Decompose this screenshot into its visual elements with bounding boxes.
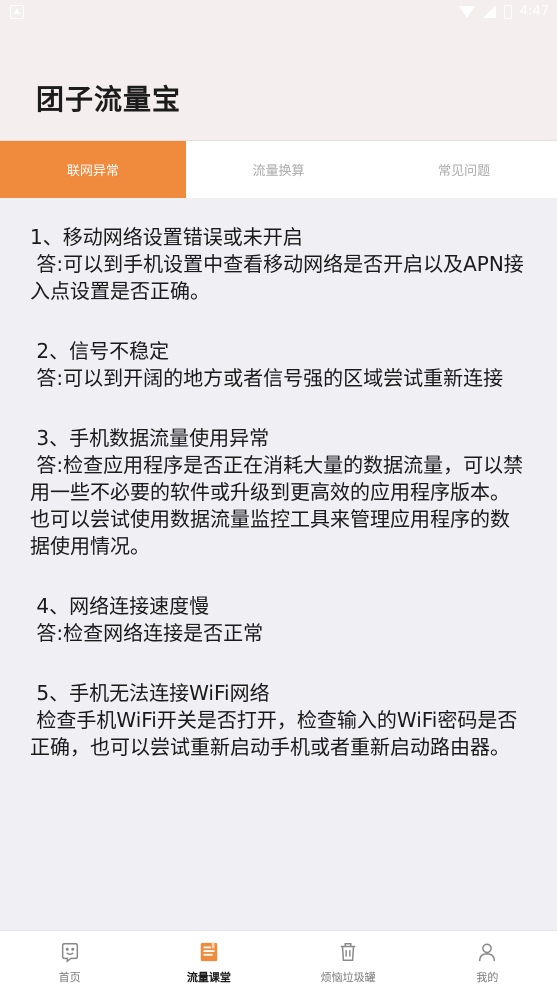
nav-traffic-class[interactable]: 流量课堂: [139, 931, 278, 996]
faq-answer: 答:可以到手机设置中查看移动网络是否开启以及APN接入点设置是否正确。: [30, 252, 524, 303]
nav-label: 我的: [476, 971, 499, 984]
signal-icon: [482, 5, 496, 18]
wifi-icon: [458, 5, 475, 18]
tab-traffic-conversion[interactable]: 流量换算: [186, 141, 372, 198]
status-bar: 4:47: [0, 0, 557, 26]
tab-bar: 联网异常 流量换算 常见问题: [0, 141, 557, 198]
tab-network-error[interactable]: 联网异常: [0, 141, 186, 198]
faq-question: 3、手机数据流量使用异常: [30, 426, 270, 450]
faq-question: 2、信号不稳定: [30, 339, 170, 363]
battery-icon: [503, 4, 512, 19]
faq-question: 4、网络连接速度慢: [30, 594, 210, 618]
faq-question: 1、移动网络设置错误或未开启: [30, 225, 303, 249]
list-item: 1、移动网络设置错误或未开启 答:可以到手机设置中查看移动网络是否开启以及APN…: [30, 224, 527, 305]
list-item: 3、手机数据流量使用异常 答:检查应用程序是否正在消耗大量的数据流量，可以禁用一…: [30, 425, 527, 560]
list-item: 2、信号不稳定 答:可以到开阔的地方或者信号强的区域尝试重新连接: [30, 338, 527, 392]
list-item: 5、手机无法连接WiFi网络 检查手机WiFi开关是否打开，检查输入的WiFi密…: [30, 680, 527, 761]
faq-answer: 答:检查应用程序是否正在消耗大量的数据流量，可以禁用一些不必要的软件或升级到更高…: [30, 453, 524, 558]
nav-mine[interactable]: 我的: [418, 931, 557, 996]
faq-answer: 答:检查网络连接是否正常: [30, 621, 264, 645]
nav-label: 流量课堂: [186, 971, 231, 984]
tab-faq[interactable]: 常见问题: [371, 141, 557, 198]
trash-icon: [340, 943, 356, 961]
user-icon: [479, 943, 496, 962]
notification-icon: [10, 5, 24, 19]
faq-answer: 答:可以到开阔的地方或者信号强的区域尝试重新连接: [30, 366, 504, 390]
bottom-nav: 首页 流量课堂 烦恼垃圾罐 我的: [0, 930, 557, 996]
status-indicators: 4:47: [458, 4, 549, 19]
nav-label: 首页: [58, 971, 81, 984]
faq-list: 1、移动网络设置错误或未开启 答:可以到手机设置中查看移动网络是否开启以及APN…: [0, 198, 557, 761]
faq-answer: 检查手机WiFi开关是否打开，检查输入的WiFi密码是否正确，也可以尝试重新启动…: [30, 708, 518, 759]
book-icon: [200, 942, 218, 962]
nav-home[interactable]: 首页: [0, 931, 139, 996]
faq-question: 5、手机无法连接WiFi网络: [30, 681, 270, 705]
tab-label: 联网异常: [66, 164, 119, 179]
faq-content[interactable]: 1、移动网络设置错误或未开启 答:可以到手机设置中查看移动网络是否开启以及APN…: [0, 198, 557, 930]
nav-label: 烦恼垃圾罐: [320, 971, 376, 984]
tab-label: 流量换算: [252, 164, 305, 179]
page-title: 团子流量宝: [36, 83, 182, 116]
tab-label: 常见问题: [438, 164, 491, 179]
status-time: 4:47: [519, 4, 549, 19]
smile-icon: [61, 943, 78, 963]
nav-worry-trash[interactable]: 烦恼垃圾罐: [279, 931, 418, 996]
list-item: 4、网络连接速度慢 答:检查网络连接是否正常: [30, 593, 527, 647]
app-header: 团子流量宝: [0, 26, 557, 141]
